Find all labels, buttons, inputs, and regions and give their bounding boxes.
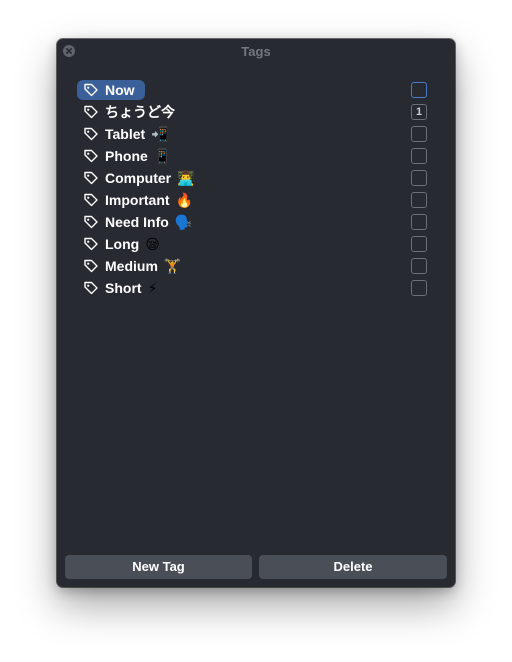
tag-checkbox[interactable] (411, 148, 427, 164)
tag-label: Long (105, 236, 140, 252)
tag-row[interactable]: Medium 🏋️ (77, 256, 433, 278)
tag-emoji: 📱 (153, 147, 172, 164)
tag-label: Need Info (105, 214, 169, 230)
tags-window: Tags Now ちょうど今 1 Tablet 📲 Phone 📱 Computer 👨‍💻 Im… (57, 39, 455, 587)
tag-emoji: 👨‍💻 (177, 169, 195, 186)
tag-icon (83, 148, 99, 164)
tag-checkbox[interactable] (411, 170, 427, 186)
tag-row[interactable]: ちょうど今 1 (77, 102, 433, 124)
tag-icon (83, 258, 99, 274)
tag-emoji: 🏋️ (163, 257, 182, 274)
tag-icon (83, 104, 99, 120)
tag-row[interactable]: Now (77, 80, 433, 102)
tag-item[interactable]: Medium 🏋️ (77, 256, 191, 276)
tag-item[interactable]: Now (77, 80, 145, 100)
tag-row[interactable]: Phone 📱 (77, 146, 433, 168)
tag-label: Computer (105, 170, 172, 186)
tag-checkbox[interactable] (411, 192, 427, 208)
tag-row[interactable]: Computer 👨‍💻 (77, 168, 433, 190)
tag-icon (83, 214, 99, 230)
tag-row[interactable]: Need Info 🗣️ (77, 212, 433, 234)
new-tag-button[interactable]: New Tag (65, 555, 252, 579)
tag-item[interactable]: Tablet 📲 (77, 124, 179, 144)
tag-checkbox[interactable] (411, 236, 427, 252)
tag-label: Short (105, 280, 142, 296)
tag-label: Tablet (105, 126, 146, 142)
tag-item[interactable]: Phone 📱 (77, 146, 181, 166)
tag-checkbox[interactable] (411, 126, 427, 142)
tag-row[interactable]: Important 🔥 (77, 190, 433, 212)
tag-emoji: 📲 (151, 125, 169, 142)
delete-button[interactable]: Delete (259, 555, 447, 579)
tag-icon (83, 280, 99, 296)
tag-item[interactable]: Computer 👨‍💻 (77, 168, 205, 188)
tag-row[interactable]: Short ⚡ (77, 278, 433, 300)
tag-item[interactable]: Long 😪 (77, 234, 170, 254)
tag-label: Medium (105, 258, 158, 274)
window-title: Tags (241, 44, 271, 59)
tag-emoji: 😪 (145, 235, 160, 252)
tag-checkbox[interactable] (411, 82, 427, 98)
tag-item[interactable]: Need Info 🗣️ (77, 212, 202, 232)
tag-icon (83, 82, 99, 98)
tag-icon (83, 170, 99, 186)
tag-item[interactable]: ちょうど今 (77, 102, 185, 122)
tag-item[interactable]: Short ⚡ (77, 278, 167, 298)
tag-row[interactable]: Long 😪 (77, 234, 433, 256)
tag-list: Now ちょうど今 1 Tablet 📲 Phone 📱 Computer 👨‍💻 Importa… (77, 80, 433, 300)
tag-label: Phone (105, 148, 148, 164)
tag-icon (83, 192, 99, 208)
tag-row[interactable]: Tablet 📲 (77, 124, 433, 146)
tag-emoji: ⚡ (147, 279, 158, 296)
tag-label: Now (105, 82, 135, 98)
tag-emoji: 🔥 (175, 191, 193, 208)
title-bar: Tags (57, 39, 455, 63)
tag-emoji: 🗣️ (174, 213, 193, 230)
tag-icon (83, 126, 99, 142)
tag-label: ちょうど今 (105, 104, 175, 120)
tag-label: Important (105, 192, 170, 208)
tag-checkbox[interactable] (411, 280, 427, 296)
tag-checkbox[interactable] (411, 214, 427, 230)
tag-checkbox[interactable]: 1 (411, 104, 427, 120)
tag-item[interactable]: Important 🔥 (77, 190, 203, 210)
tag-checkbox[interactable] (411, 258, 427, 274)
tag-icon (83, 236, 99, 252)
